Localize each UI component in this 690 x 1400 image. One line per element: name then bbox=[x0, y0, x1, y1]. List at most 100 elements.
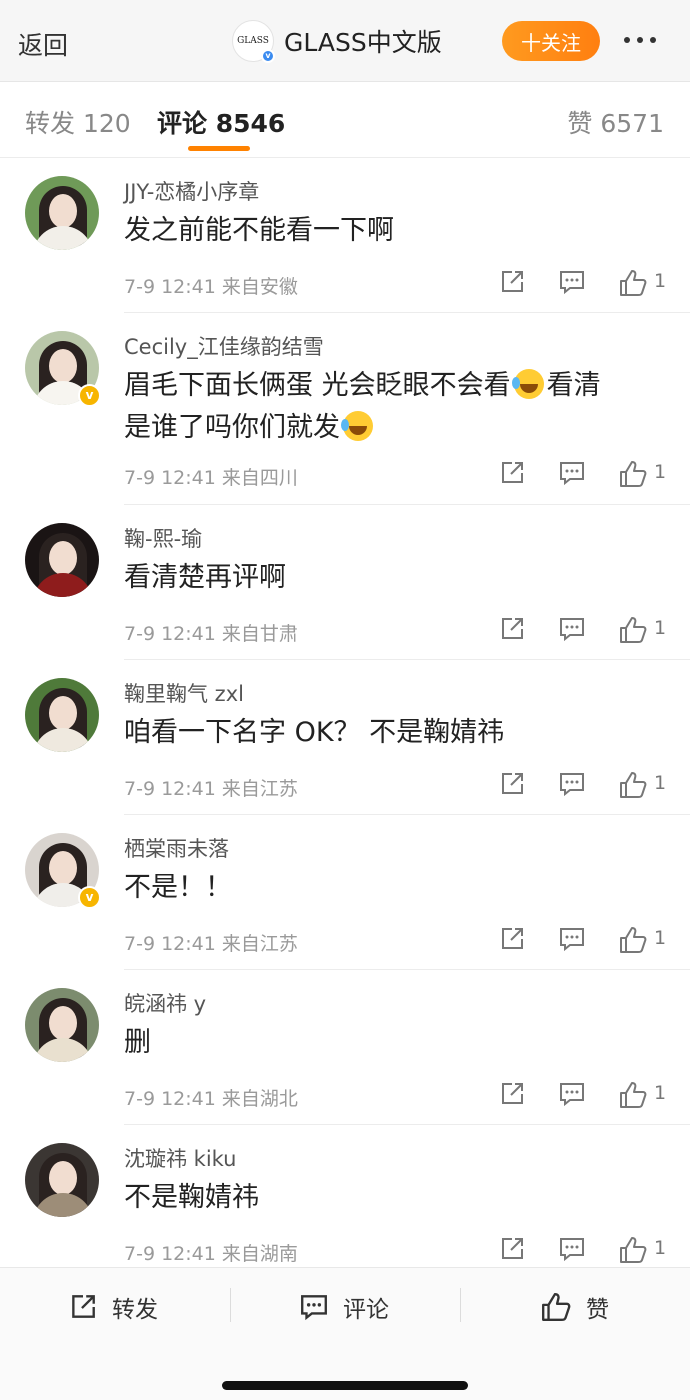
comment-icon[interactable] bbox=[558, 925, 586, 953]
comment-meta: 7-9 12:41 来自江苏 bbox=[124, 933, 298, 955]
account-brand[interactable]: GLASS v GLASS中文版 bbox=[232, 20, 442, 63]
comment-username[interactable]: Cecily_江佳缘韵结雪 bbox=[124, 331, 324, 361]
like-count: 1 bbox=[654, 927, 667, 949]
comment-username[interactable]: 鞠里鞠气 zxl bbox=[124, 678, 244, 708]
comment-meta: 7-9 12:41 来自安徽 bbox=[124, 276, 298, 298]
follow-button[interactable]: 十关注 bbox=[502, 21, 600, 61]
comment-icon[interactable] bbox=[558, 1235, 586, 1263]
bottom-repost-label: 转发 bbox=[112, 1297, 158, 1323]
home-indicator bbox=[222, 1381, 468, 1390]
like-count: 1 bbox=[654, 461, 667, 483]
comment-username[interactable]: 皖涵祎 y bbox=[124, 988, 206, 1018]
share-icon[interactable] bbox=[498, 268, 526, 296]
avatar[interactable] bbox=[25, 176, 99, 250]
comment-text: 删 bbox=[124, 1027, 151, 1058]
comment-text: 发之前能不能看一下啊 bbox=[124, 215, 394, 246]
bottom-like-button[interactable]: 赞 bbox=[540, 1290, 609, 1324]
comment-actions: 1 bbox=[498, 615, 668, 645]
tab-like[interactable]: 赞 6571 bbox=[567, 104, 664, 140]
comment-text: 看清楚再评啊 bbox=[124, 562, 286, 593]
thumbs-up-icon bbox=[542, 1293, 571, 1321]
comment-icon bbox=[301, 1295, 327, 1321]
brand-logo-text: GLASS bbox=[237, 36, 269, 46]
comment-icon[interactable] bbox=[558, 770, 586, 798]
comment-username[interactable]: 沈璇祎 kiku bbox=[124, 1143, 237, 1173]
comment-actions: 1 bbox=[498, 459, 668, 489]
comment-meta: 7-9 12:41 来自甘肃 bbox=[124, 623, 298, 645]
like-count: 1 bbox=[654, 1082, 667, 1104]
active-tab-indicator bbox=[188, 146, 250, 151]
verified-blue-icon: v bbox=[261, 49, 275, 63]
comment-item: 皖涵祎 y 删 7-9 12:41 来自湖北 1 bbox=[0, 970, 690, 1125]
share-icon bbox=[72, 1295, 95, 1318]
share-icon[interactable] bbox=[498, 770, 526, 798]
bottom-divider bbox=[230, 1288, 231, 1322]
share-icon[interactable] bbox=[498, 1080, 526, 1108]
laughing-crying-emoji bbox=[341, 411, 373, 441]
comment-actions: 1 bbox=[498, 925, 668, 955]
share-icon[interactable] bbox=[498, 459, 526, 487]
comment-username[interactable]: 鞠-熙-瑜 bbox=[124, 523, 202, 553]
avatar[interactable]: v bbox=[25, 833, 101, 909]
thumbs-up-icon[interactable] bbox=[618, 1235, 648, 1265]
avatar[interactable] bbox=[25, 988, 99, 1062]
tab-bar: 转发 120 评论 8546 赞 6571 bbox=[0, 82, 690, 158]
comment-text: 不是！！ bbox=[124, 872, 232, 903]
comment-text: 眉毛下面长俩蛋 光会眨眼不会看 看清 是谁了吗你们就发 bbox=[124, 369, 601, 443]
bottom-divider bbox=[460, 1288, 461, 1322]
thumbs-up-icon[interactable] bbox=[618, 268, 648, 298]
comment-icon[interactable] bbox=[558, 459, 586, 487]
avatar[interactable] bbox=[25, 678, 99, 752]
comment-actions: 1 bbox=[498, 1235, 668, 1265]
avatar[interactable]: v bbox=[25, 331, 101, 407]
comment-actions: 1 bbox=[498, 1080, 668, 1110]
thumbs-up-icon[interactable] bbox=[618, 770, 648, 800]
verified-badge-icon: v bbox=[78, 384, 101, 407]
comment-item: JJY-恋橘小序章 发之前能不能看一下啊 7-9 12:41 来自安徽 1 bbox=[0, 158, 690, 313]
comment-text: 不是鞠婧祎 bbox=[124, 1182, 259, 1213]
comment-meta: 7-9 12:41 来自湖北 bbox=[124, 1088, 298, 1110]
avatar[interactable] bbox=[25, 1143, 99, 1217]
like-count: 1 bbox=[654, 772, 667, 794]
laughing-crying-emoji bbox=[511, 369, 544, 399]
comment-text: 咱看一下名字 OK？ 不是鞠婧祎 bbox=[124, 717, 505, 748]
share-icon[interactable] bbox=[498, 925, 526, 953]
comment-item: 鞠里鞠气 zxl 咱看一下名字 OK？ 不是鞠婧祎 7-9 12:41 来自江苏… bbox=[0, 660, 690, 815]
thumbs-up-icon[interactable] bbox=[618, 925, 648, 955]
comment-username[interactable]: 栖棠雨未落 bbox=[124, 833, 229, 863]
thumbs-up-icon[interactable] bbox=[618, 1080, 648, 1110]
like-count: 1 bbox=[654, 617, 667, 639]
comment-item: v Cecily_江佳缘韵结雪 眉毛下面长俩蛋 光会眨眼不会看 看清 是谁了吗你们就… bbox=[0, 313, 690, 505]
like-count: 1 bbox=[654, 1237, 667, 1259]
account-name[interactable]: GLASS中文版 bbox=[284, 23, 442, 59]
avatar[interactable] bbox=[25, 523, 99, 597]
comment-meta: 7-9 12:41 来自湖南 bbox=[124, 1243, 298, 1265]
comment-actions: 1 bbox=[498, 770, 668, 800]
top-nav-bar: 返回 GLASS v GLASS中文版 十关注 bbox=[0, 0, 690, 82]
brand-avatar[interactable]: GLASS v bbox=[232, 20, 275, 63]
bottom-comment-button[interactable]: 评论 bbox=[299, 1290, 389, 1324]
comment-item: v 栖棠雨未落 不是！！ 7-9 12:41 来自江苏 1 bbox=[0, 815, 690, 970]
thumbs-up-icon[interactable] bbox=[618, 459, 648, 489]
comment-item: 沈璇祎 kiku 不是鞠婧祎 7-9 12:41 来自湖南 1 bbox=[0, 1125, 690, 1267]
comment-meta: 7-9 12:41 来自江苏 bbox=[124, 778, 298, 800]
comment-actions: 1 bbox=[498, 268, 668, 298]
bottom-comment-label: 评论 bbox=[343, 1297, 389, 1323]
bottom-like-label: 赞 bbox=[586, 1297, 609, 1323]
comment-icon[interactable] bbox=[558, 1080, 586, 1108]
like-count: 1 bbox=[654, 270, 667, 292]
share-icon[interactable] bbox=[498, 1235, 526, 1263]
bottom-repost-button[interactable]: 转发 bbox=[68, 1290, 158, 1324]
comment-username[interactable]: JJY-恋橘小序章 bbox=[124, 176, 259, 206]
comment-meta: 7-9 12:41 来自四川 bbox=[124, 467, 298, 489]
tab-repost[interactable]: 转发 120 bbox=[25, 104, 131, 140]
comment-icon[interactable] bbox=[558, 615, 586, 643]
back-button[interactable]: 返回 bbox=[18, 26, 68, 62]
comment-item: 鞠-熙-瑜 看清楚再评啊 7-9 12:41 来自甘肃 1 bbox=[0, 505, 690, 660]
comment-icon[interactable] bbox=[558, 268, 586, 296]
share-icon[interactable] bbox=[498, 615, 526, 643]
more-dots-icon[interactable] bbox=[624, 37, 656, 43]
tab-comment[interactable]: 评论 8546 bbox=[157, 104, 285, 140]
thumbs-up-icon[interactable] bbox=[618, 615, 648, 645]
verified-badge-icon: v bbox=[78, 886, 101, 909]
